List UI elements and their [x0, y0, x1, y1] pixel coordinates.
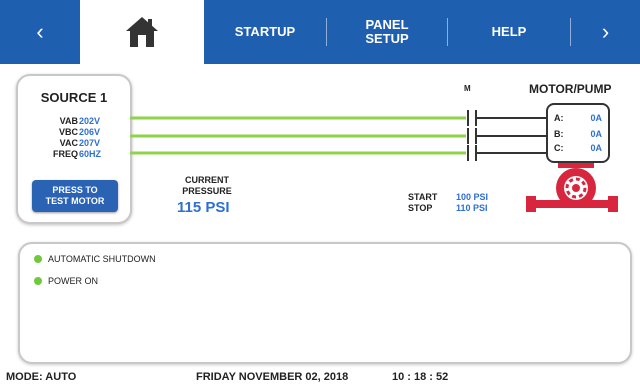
status-panel: AUTOMATIC SHUTDOWN POWER ON: [18, 242, 632, 364]
motor-pump-title: MOTOR/PUMP: [529, 82, 612, 96]
status-item-automatic-shutdown: AUTOMATIC SHUTDOWN: [34, 254, 156, 264]
status-item-label: POWER ON: [48, 276, 99, 286]
phase-a-label: A:: [554, 113, 564, 123]
mode-indicator: MODE: AUTO: [6, 371, 77, 383]
time-display: 10 : 18 : 52: [392, 371, 449, 383]
motor-feed-lines: [476, 117, 546, 154]
phase-b-amps: 0A: [590, 129, 602, 139]
current-pressure-value: 115 PSI: [177, 199, 230, 216]
contactor-symbol: [467, 110, 477, 161]
phase-b-label: B:: [554, 129, 564, 139]
wiring-diagram: [130, 110, 618, 212]
pump-icon: [526, 160, 618, 212]
status-item-label: AUTOMATIC SHUTDOWN: [48, 254, 156, 264]
current-pressure-label-line1: CURRENT: [185, 175, 229, 185]
current-pressure-label: CURRENT PRESSURE: [176, 175, 238, 197]
green-indicator-icon: [34, 277, 42, 285]
green-indicator-icon: [34, 255, 42, 263]
contactor-label: M: [464, 84, 471, 93]
start-pressure-value: 100 PSI: [456, 192, 489, 202]
phase-c-label: C:: [554, 143, 564, 153]
stop-pressure-label: STOP: [408, 203, 433, 213]
date-display: FRIDAY NOVEMBER 02, 2018: [196, 371, 349, 383]
phase-c-amps: 0A: [590, 143, 602, 153]
current-pressure-label-line2: PRESSURE: [182, 186, 232, 196]
phase-a-amps: 0A: [590, 113, 602, 123]
start-pressure-label: START: [408, 192, 438, 202]
status-item-power-on: POWER ON: [34, 276, 98, 286]
motor-box: A: 0A B: 0A C: 0A: [546, 103, 610, 163]
green-supply-lines: [130, 116, 466, 155]
stop-pressure-value: 110 PSI: [456, 203, 488, 213]
